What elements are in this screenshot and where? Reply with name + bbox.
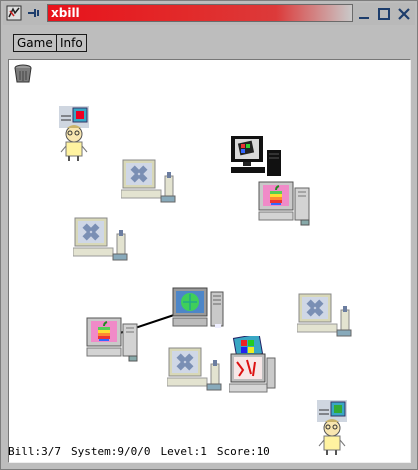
game-menu-button[interactable]: Game — [13, 34, 57, 52]
pin-icon[interactable] — [26, 5, 42, 21]
play-field[interactable] — [8, 59, 411, 463]
info-menu-button[interactable]: Info — [56, 34, 87, 52]
window-title-bar[interactable]: xbill — [47, 4, 353, 22]
sun-computer-3[interactable] — [297, 292, 353, 338]
status-bar: Bill:3/7 System:9/0/0 Level:1 Score:10 — [8, 445, 280, 458]
hurd-computer[interactable] — [171, 286, 229, 332]
sun-computer-4[interactable] — [167, 346, 223, 392]
maximize-button[interactable] — [375, 5, 393, 23]
bill-character-2[interactable] — [317, 400, 349, 456]
trash-can-icon[interactable] — [12, 64, 34, 84]
maximize-icon — [378, 8, 390, 20]
next-computer[interactable] — [229, 134, 287, 180]
close-button[interactable] — [395, 5, 413, 23]
sun-computer-1[interactable] — [121, 158, 177, 204]
infected-computer[interactable] — [229, 336, 277, 396]
system-counter: System:9/0/0 — [70, 445, 151, 458]
menu-bar: Game Info — [3, 29, 415, 59]
minimize-icon — [359, 17, 369, 19]
close-icon — [398, 8, 410, 20]
mac-computer-2[interactable] — [85, 316, 143, 362]
bill-character-1[interactable] — [59, 106, 91, 162]
bill-counter: Bill:3/7 — [8, 445, 61, 458]
title-bar[interactable]: xbill — [3, 3, 415, 25]
level-indicator: Level:1 — [160, 445, 207, 458]
sun-computer-2[interactable] — [73, 216, 129, 262]
minimize-button[interactable] — [355, 5, 373, 23]
xbill-window: xbill Game Info Bill:3/7 System:9/0/0 Le… — [0, 0, 418, 470]
score-indicator: Score:10 — [216, 445, 270, 458]
window-menu-icon[interactable] — [6, 5, 22, 21]
window-title: xbill — [51, 6, 80, 20]
mac-computer-1[interactable] — [257, 180, 315, 226]
